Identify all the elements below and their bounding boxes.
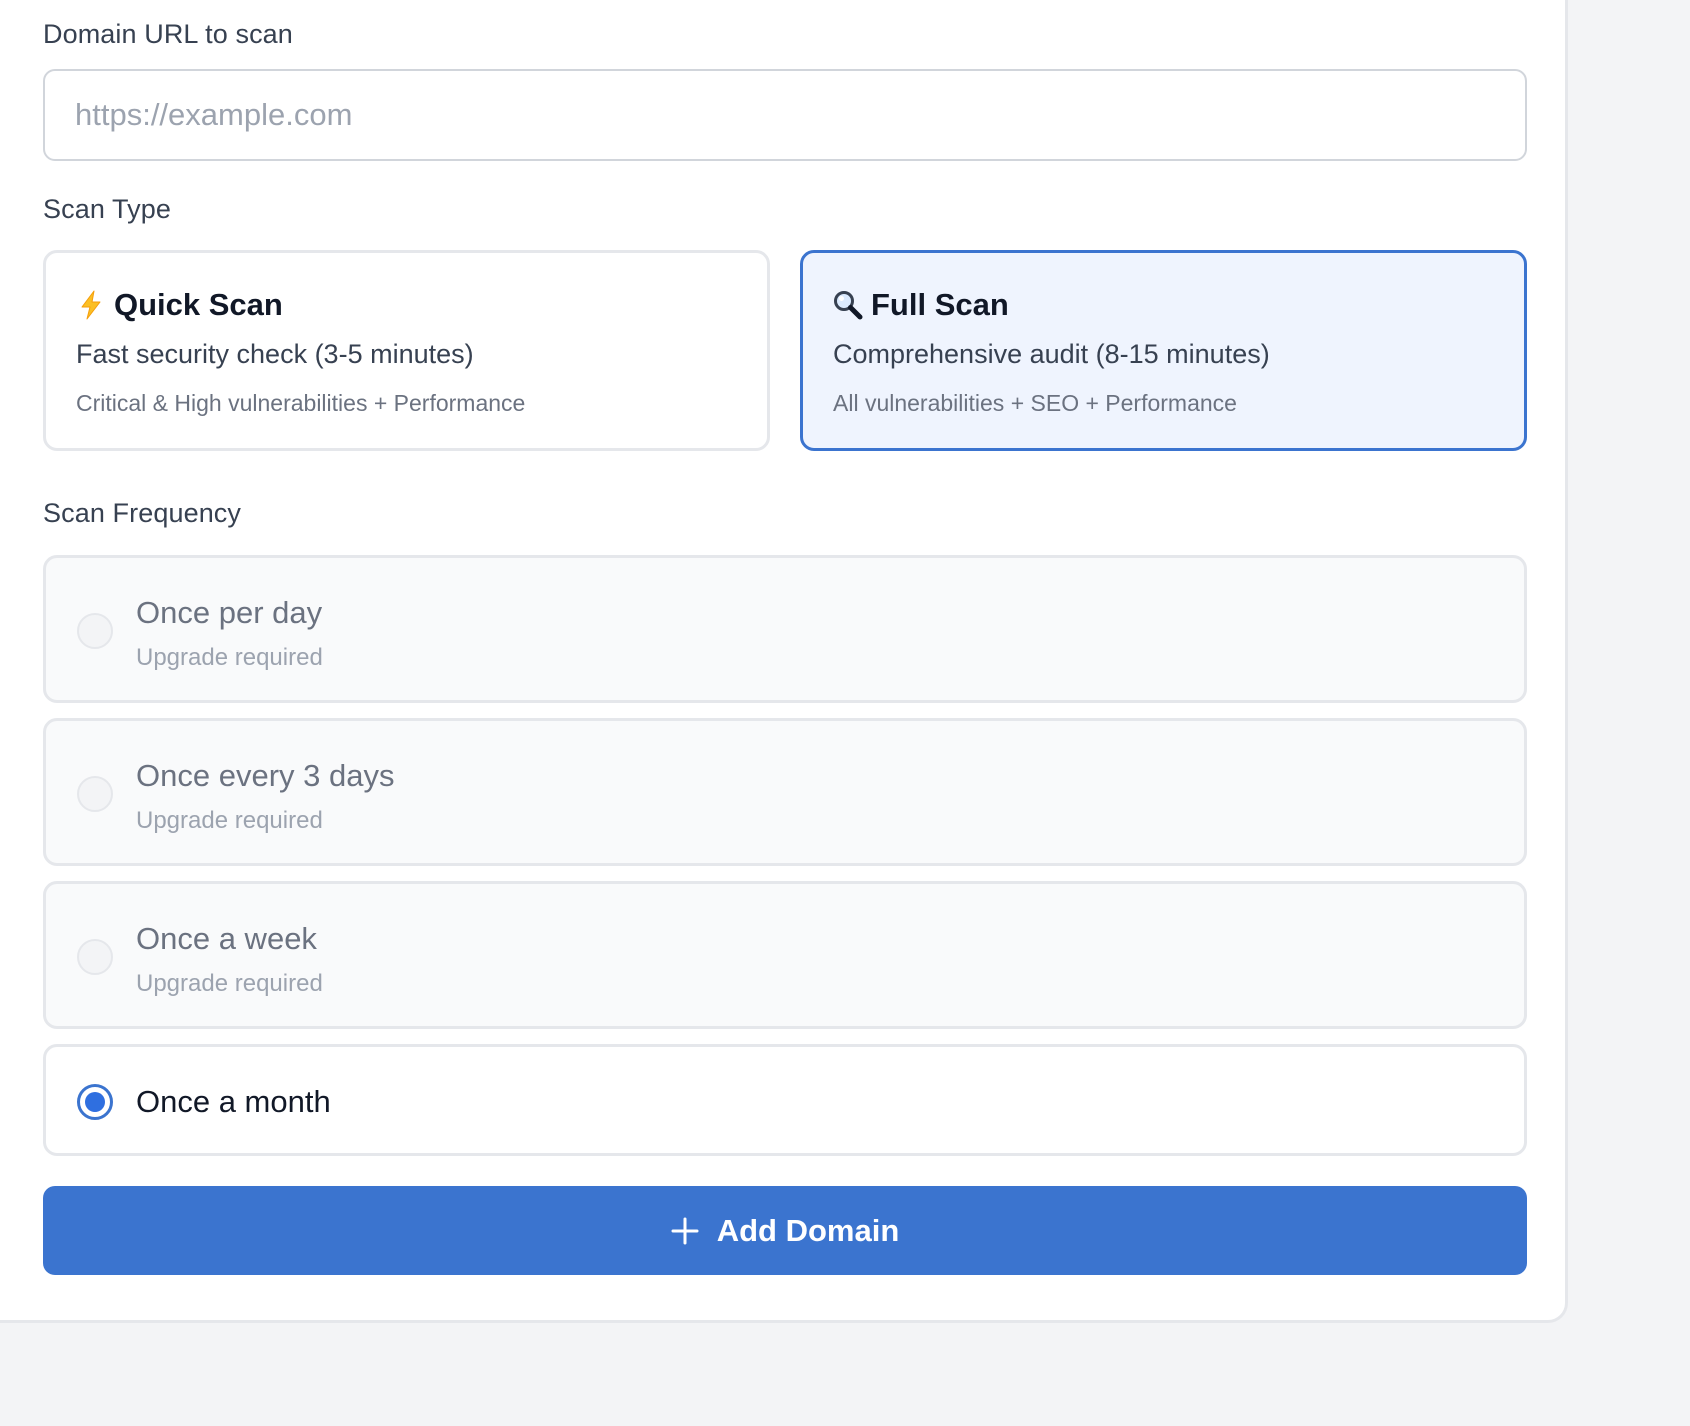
radio-daily[interactable]: [77, 613, 113, 649]
quick-scan-title: Quick Scan: [114, 287, 283, 322]
full-scan-option[interactable]: Full Scan Comprehensive audit (8-15 minu…: [800, 250, 1527, 451]
domain-url-input[interactable]: [43, 69, 1527, 161]
scan-frequency-label: Scan Frequency: [43, 498, 242, 528]
add-domain-button[interactable]: Add Domain: [43, 1186, 1527, 1275]
lightning-bolt-icon: [76, 288, 106, 322]
frequency-option-monthly[interactable]: Once a month: [43, 1044, 1527, 1156]
full-scan-title-row: Full Scan: [833, 287, 1009, 323]
frequency-daily-note: Upgrade required: [136, 644, 323, 671]
radio-3-days[interactable]: [77, 776, 113, 812]
quick-scan-description: Fast security check (3-5 minutes): [76, 339, 474, 369]
frequency-weekly-label: Once a week: [136, 921, 317, 956]
frequency-option-daily[interactable]: Once per day Upgrade required: [43, 555, 1527, 703]
magnifying-glass-icon: [833, 288, 863, 322]
frequency-3-days-label: Once every 3 days: [136, 758, 395, 793]
scan-type-label: Scan Type: [43, 194, 171, 224]
quick-scan-option[interactable]: Quick Scan Fast security check (3-5 minu…: [43, 250, 770, 451]
domain-url-label: Domain URL to scan: [43, 19, 293, 49]
frequency-daily-label: Once per day: [136, 595, 323, 630]
frequency-weekly-note: Upgrade required: [136, 970, 323, 997]
frequency-monthly-label: Once a month: [136, 1084, 331, 1119]
radio-monthly[interactable]: [77, 1084, 113, 1120]
full-scan-details: All vulnerabilities + SEO + Performance: [833, 390, 1237, 416]
frequency-option-3-days[interactable]: Once every 3 days Upgrade required: [43, 718, 1527, 866]
quick-scan-title-row: Quick Scan: [76, 287, 283, 323]
quick-scan-details: Critical & High vulnerabilities + Perfor…: [76, 390, 526, 416]
radio-weekly[interactable]: [77, 939, 113, 975]
full-scan-description: Comprehensive audit (8-15 minutes): [833, 339, 1270, 369]
full-scan-title: Full Scan: [871, 287, 1009, 322]
frequency-3-days-note: Upgrade required: [136, 807, 323, 834]
plus-icon: [671, 1217, 699, 1244]
add-domain-label: Add Domain: [716, 1212, 900, 1248]
add-domain-form: Domain URL to scan Scan Type Quick Scan …: [0, 0, 1568, 1323]
frequency-option-weekly[interactable]: Once a week Upgrade required: [43, 881, 1527, 1029]
